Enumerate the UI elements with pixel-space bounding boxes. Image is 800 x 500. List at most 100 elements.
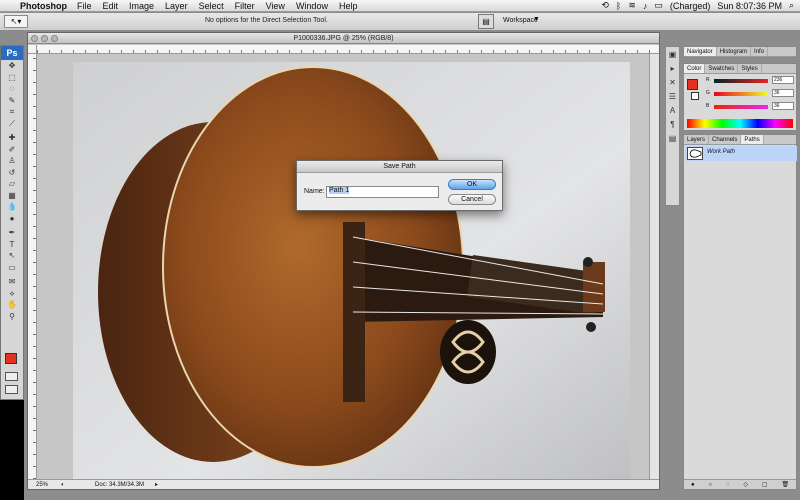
status-menu-icon[interactable]: ◐ [61,480,65,490]
blue-value-input[interactable]: 36 [772,102,794,110]
color-background-swatch[interactable] [691,92,699,100]
direct-selection-tool-icon[interactable]: ↖ [1,250,23,262]
chevron-down-icon[interactable]: ▼ [533,16,540,23]
history-brush-icon[interactable]: ↺ [1,167,23,179]
load-selection-icon[interactable]: ◌ [726,480,730,489]
foreground-color-swatch[interactable] [5,353,17,364]
tab-channels[interactable]: Channels [709,135,742,144]
dodge-tool-icon[interactable]: ● [1,213,23,225]
menu-image[interactable]: Image [129,1,154,11]
palette-well-icon[interactable]: ▤ [478,14,494,29]
healing-brush-icon[interactable]: ✚ [1,132,23,144]
spotlight-icon[interactable]: ⌕ [789,0,794,11]
vertical-scrollbar[interactable] [649,54,659,479]
tool-preset-picker[interactable]: ↖▾ [4,15,28,28]
tab-swatches[interactable]: Swatches [705,64,739,73]
red-value-input[interactable]: 236 [772,76,794,84]
color-foreground-swatch[interactable] [687,79,698,90]
menu-help[interactable]: Help [339,1,358,11]
blur-tool-icon[interactable]: 💧 [1,201,23,213]
horizontal-ruler[interactable] [37,45,659,54]
tab-color[interactable]: Color [684,64,706,73]
quick-mask-icon[interactable] [5,372,18,381]
stroke-path-icon[interactable]: ○ [708,480,712,489]
cancel-button[interactable]: Cancel [448,194,496,205]
tab-layers[interactable]: Layers [684,135,710,144]
marquee-tool-icon[interactable]: ⬚ [1,72,23,84]
ok-button[interactable]: OK [448,179,496,190]
menu-edit[interactable]: Edit [103,1,119,11]
brushes-panel-icon[interactable]: ✕ [666,77,679,89]
new-path-icon[interactable]: ▢ [762,480,768,489]
zoom-level[interactable]: 25% [36,480,48,490]
document-title-bar[interactable]: P1000336.JPG @ 25% (RGB/8) [28,33,659,44]
slice-tool-icon[interactable]: ⟋ [1,118,23,130]
zoom-tool-icon[interactable]: ⚲ [1,311,23,323]
hand-tool-icon[interactable]: ✋ [1,299,23,311]
vertical-ruler[interactable] [28,54,37,479]
eraser-tool-icon[interactable]: ▱ [1,178,23,190]
quick-selection-icon[interactable]: ✎ [1,95,23,107]
blue-slider-row: B 36 [706,102,796,111]
tab-paths[interactable]: Paths [741,135,764,144]
clone-stamp-icon[interactable]: ♙ [1,155,23,167]
status-arrow-icon[interactable]: ▸ [155,480,158,490]
zoom-icon[interactable] [51,35,58,42]
blue-slider[interactable] [714,105,768,109]
move-tool-icon[interactable]: ✥ [1,60,23,72]
gradient-tool-icon[interactable]: ▦ [1,190,23,202]
clock[interactable]: Sun 8:07:36 PM [717,1,782,11]
green-slider-row: G 36 [706,89,796,98]
tab-info[interactable]: Info [751,47,769,56]
shape-tool-icon[interactable]: ▭ [1,262,23,274]
navigator-panel-icon[interactable]: ▣ [666,49,679,61]
menu-select[interactable]: Select [199,1,224,11]
menu-extras: ⟲ ᛒ ≋ ♪ ▭ (Charged) Sun 8:07:36 PM ⌕ [601,0,800,11]
type-tool-icon[interactable]: T [1,239,23,251]
tab-histogram[interactable]: Histogram [717,47,752,56]
app-menu[interactable]: Photoshop [20,1,67,11]
wifi-icon[interactable]: ≋ [628,0,636,11]
battery-icon[interactable]: ▭ [654,0,663,11]
layer-comps-icon[interactable]: ▤ [666,133,679,145]
green-value-input[interactable]: 36 [772,89,794,97]
name-label: Name: [304,188,325,195]
minimize-icon[interactable] [41,35,48,42]
path-row-work-path[interactable]: Work Path [685,146,797,161]
character-panel-icon[interactable]: A [666,105,679,117]
make-work-path-icon[interactable]: ◇ [743,480,748,489]
volume-icon[interactable]: ♪ [643,1,648,11]
menu-file[interactable]: File [77,1,92,11]
menu-window[interactable]: Window [296,1,328,11]
menu-layer[interactable]: Layer [165,1,188,11]
green-slider[interactable] [714,92,768,96]
close-icon[interactable] [31,35,38,42]
notes-tool-icon[interactable]: ✉ [1,276,23,288]
paragraph-panel-icon[interactable]: ¶ [666,119,679,131]
bluetooth-icon[interactable]: ᛒ [616,1,621,11]
tab-styles[interactable]: Styles [738,64,762,73]
screen-mode-icon[interactable] [5,385,18,394]
photoshop-logo[interactable]: Ps [1,46,23,60]
crop-tool-icon[interactable]: ⌗ [1,106,23,118]
delete-path-icon[interactable]: 🗑 [781,480,789,489]
history-panel-icon[interactable]: ▸ [666,63,679,75]
pen-tool-icon[interactable]: ✒ [1,227,23,239]
dialog-title: Save Path [297,161,502,173]
tool-presets-icon[interactable]: ☰ [666,91,679,103]
menu-filter[interactable]: Filter [235,1,255,11]
red-label: R [706,77,710,83]
fill-path-icon[interactable]: ● [691,480,695,489]
menu-view[interactable]: View [266,1,285,11]
color-spectrum-ramp[interactable] [687,119,793,128]
ruler-origin[interactable] [28,45,37,54]
image-canvas[interactable] [73,62,630,480]
collapsed-panel-strip: ▣ ▸ ✕ ☰ A ¶ ▤ [665,46,680,206]
red-slider[interactable] [714,79,768,83]
eyedropper-tool-icon[interactable]: ⟡ [1,288,23,300]
tab-navigator[interactable]: Navigator [684,47,717,56]
time-machine-icon[interactable]: ⟲ [601,0,609,11]
brush-tool-icon[interactable]: ✐ [1,144,23,156]
path-name-input[interactable]: Path 1 [326,186,439,198]
lasso-tool-icon[interactable]: ◌ [1,83,23,95]
